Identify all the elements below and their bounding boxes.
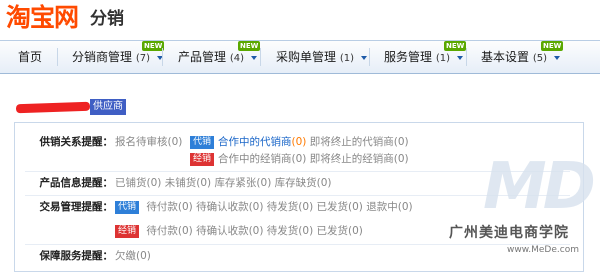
nav-item-count: (1) [339, 53, 355, 64]
watermark-logo: MD [483, 150, 596, 224]
nav-item-count: (7) [135, 53, 151, 64]
nav-divider [466, 48, 467, 66]
agent-pending-payment-link[interactable]: 待付款(0) [146, 201, 192, 213]
nav-divider [57, 48, 58, 66]
pending-review-link[interactable]: 报名待审核(0) [115, 136, 182, 148]
dealer-pending-payment-link[interactable]: 待付款(0) [146, 225, 192, 237]
agent-tag: 代销 [190, 135, 215, 149]
new-badge: NEW [238, 41, 261, 51]
nav-item-distributor-management[interactable]: 分销商管理 (7) NEW [72, 41, 165, 67]
agent-tag: 代销 [115, 200, 140, 214]
agent-ending-link[interactable]: 即将终止的代销商(0) [310, 136, 409, 148]
nav-item-label: 基本设置 [481, 50, 530, 64]
dealer-pending-ship-link[interactable]: 待发货(0) [267, 225, 313, 237]
section-title: 分销 [90, 9, 124, 29]
agent-pending-ship-link[interactable]: 待发货(0) [267, 201, 313, 213]
dealer-cooperating-link[interactable]: 合作中的经销商(0) [218, 153, 306, 165]
agent-shipped-link[interactable]: 已发货(0) [317, 201, 363, 213]
taobao-logo[interactable]: 淘宝网 [6, 2, 79, 34]
nav-item-count: (5) [532, 53, 548, 64]
new-badge: NEW [541, 41, 564, 51]
distributed-link[interactable]: 已铺货(0) [115, 177, 161, 189]
low-stock-link[interactable]: 库存紧张(0) [214, 177, 271, 189]
chevron-down-icon[interactable] [250, 55, 257, 60]
agent-refunding-link[interactable]: 退款中(0) [366, 201, 412, 213]
chevron-down-icon[interactable] [553, 55, 560, 60]
nav-item-purchase-order-management[interactable]: 采购单管理 (1) [276, 49, 367, 67]
nav-item-product-management[interactable]: 产品管理 (4) NEW [178, 41, 261, 67]
agent-cooperating-link[interactable]: 合作中的代销商 [218, 136, 292, 148]
nav-item-count: (1) [435, 53, 451, 64]
not-distributed-link[interactable]: 未铺货(0) [165, 177, 211, 189]
nav-divider [369, 48, 370, 66]
watermark-name: 广州美迪电商学院 [449, 225, 569, 241]
nav-item-count: (4) [229, 53, 245, 64]
nav-item-service-management[interactable]: 服务管理 (1) NEW [384, 41, 467, 67]
chevron-down-icon[interactable] [456, 55, 463, 60]
dealer-tag: 经销 [190, 152, 215, 166]
redacted-username [15, 101, 91, 114]
nav-item-basic-settings[interactable]: 基本设置 (5) NEW [481, 41, 564, 67]
supplier-role-badge: 供应商 [90, 99, 126, 115]
nav-divider [162, 48, 163, 66]
watermark-url: www.MeDe.com [507, 245, 579, 255]
nav-item-label: 分销商管理 [72, 50, 133, 64]
dealer-pending-confirm-link[interactable]: 待确认收款(0) [196, 225, 263, 237]
main-nav: 首页 分销商管理 (7) NEW 产品管理 (4) NEW 采购单管理 (1) … [0, 40, 600, 74]
header: 淘宝网 分销 [0, 0, 600, 38]
agent-cooperating-count: (0) [291, 136, 307, 148]
dealer-ending-link[interactable]: 即将终止的经销商(0) [310, 153, 409, 165]
row-label: 供销关系提醒： [39, 136, 114, 148]
dealer-tag: 经销 [115, 224, 140, 238]
dealer-shipped-link[interactable]: 已发货(0) [317, 225, 363, 237]
nav-item-label: 产品管理 [178, 50, 227, 64]
arrears-link[interactable]: 欠缴(0) [115, 250, 151, 262]
nav-item-label: 首页 [18, 50, 43, 64]
row-label: 交易管理提醒： [39, 201, 114, 213]
row-label: 产品信息提醒： [39, 177, 114, 189]
chevron-down-icon[interactable] [360, 55, 367, 60]
agent-pending-confirm-link[interactable]: 待确认收款(0) [196, 201, 263, 213]
new-badge: NEW [444, 41, 467, 51]
out-of-stock-link[interactable]: 库存缺货(0) [275, 177, 332, 189]
nav-divider [260, 48, 261, 66]
nav-item-home[interactable]: 首页 [18, 49, 42, 65]
watermark: MD 广州美迪电商学院 www.MeDe.com [445, 150, 596, 275]
row-label: 保障服务提醒： [39, 250, 114, 262]
nav-item-label: 采购单管理 [276, 50, 337, 64]
nav-item-label: 服务管理 [384, 50, 433, 64]
